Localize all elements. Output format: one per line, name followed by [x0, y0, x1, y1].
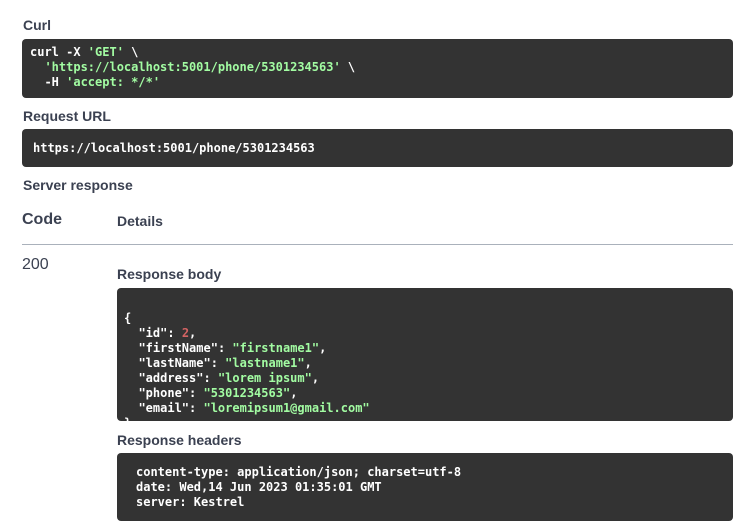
request-url-label: Request URL: [23, 108, 111, 124]
json-colon: :: [217, 341, 233, 355]
json-key: "email": [138, 401, 190, 415]
table-header-divider: [22, 244, 733, 245]
response-body-label: Response body: [117, 266, 222, 282]
curl-header-value: 'accept: */*': [66, 75, 161, 89]
response-body-block[interactable]: { "id": 2, "firstName": "firstname1", "l…: [117, 288, 733, 421]
curl-line-2: 'https://localhost:5001/phone/5301234563…: [30, 60, 733, 75]
header-line: server: Kestrel: [136, 495, 245, 509]
json-comma: ,: [311, 371, 320, 385]
status-code: 200: [22, 256, 49, 273]
json-colon: :: [189, 401, 204, 415]
json-close-brace: }: [124, 416, 733, 421]
curl-line-3: -H 'accept: */*': [30, 75, 733, 90]
server-response-label: Server response: [23, 177, 133, 193]
json-value: "firstname1": [232, 341, 320, 355]
response-headers-block[interactable]: content-type: application/json; charset=…: [117, 453, 733, 521]
header-line: date: Wed,14 Jun 2023 01:35:01 GMT: [136, 480, 382, 494]
json-comma: ,: [189, 326, 197, 340]
json-field-line: "phone": "5301234563",: [124, 386, 733, 401]
details-column-header: Details: [117, 213, 163, 229]
request-url-block[interactable]: https://localhost:5001/phone/5301234563: [22, 129, 733, 167]
curl-url: 'https://localhost:5001/phone/5301234563…: [44, 60, 341, 74]
json-key: "id": [138, 326, 168, 340]
curl-label: Curl: [23, 17, 51, 33]
curl-indent: [30, 60, 44, 74]
json-colon: :: [210, 356, 226, 370]
json-value: "lastname1": [225, 356, 305, 370]
json-key: "lastName": [138, 356, 211, 370]
json-comma: ,: [290, 386, 298, 400]
json-open-brace: {: [124, 311, 132, 325]
json-field-line: "lastName": "lastname1",: [124, 356, 733, 371]
curl-command-block[interactable]: curl -X 'GET' \ 'https://localhost:5001/…: [22, 39, 733, 98]
json-value: "lorem ipsum": [217, 371, 312, 385]
json-colon: :: [203, 371, 218, 385]
json-field-line: "address": "lorem ipsum",: [124, 371, 733, 386]
json-field-line: "firstName": "firstname1",: [124, 341, 733, 356]
json-colon: :: [167, 326, 182, 340]
curl-method: 'GET': [87, 45, 124, 59]
curl-header-flag: -H: [30, 75, 67, 89]
code-column-header: Code: [22, 211, 62, 228]
json-value: "loremipsum1@gmail.com": [203, 401, 370, 415]
json-value: 2: [181, 326, 190, 340]
curl-continuation: \: [340, 60, 356, 74]
json-field-line: "email": "loremipsum1@gmail.com": [124, 401, 733, 416]
curl-line-1: curl -X 'GET' \: [30, 45, 733, 60]
json-comma: ,: [319, 341, 327, 355]
swagger-response-panel: Curl curl -X 'GET' \ 'https://localhost:…: [0, 0, 733, 531]
curl-command: curl -X: [30, 45, 88, 59]
response-headers-label: Response headers: [117, 432, 242, 448]
json-key: "phone": [138, 386, 190, 400]
json-comma: ,: [304, 356, 312, 370]
json-key: "address": [138, 371, 204, 385]
json-value: "5301234563": [203, 386, 291, 400]
json-key: "firstName": [138, 341, 218, 355]
header-line: content-type: application/json; charset=…: [136, 465, 462, 479]
curl-continuation: \: [123, 45, 139, 59]
request-url-value: https://localhost:5001/phone/5301234563: [33, 141, 315, 155]
json-field-line: "id": 2,: [124, 326, 733, 341]
json-colon: :: [189, 386, 204, 400]
